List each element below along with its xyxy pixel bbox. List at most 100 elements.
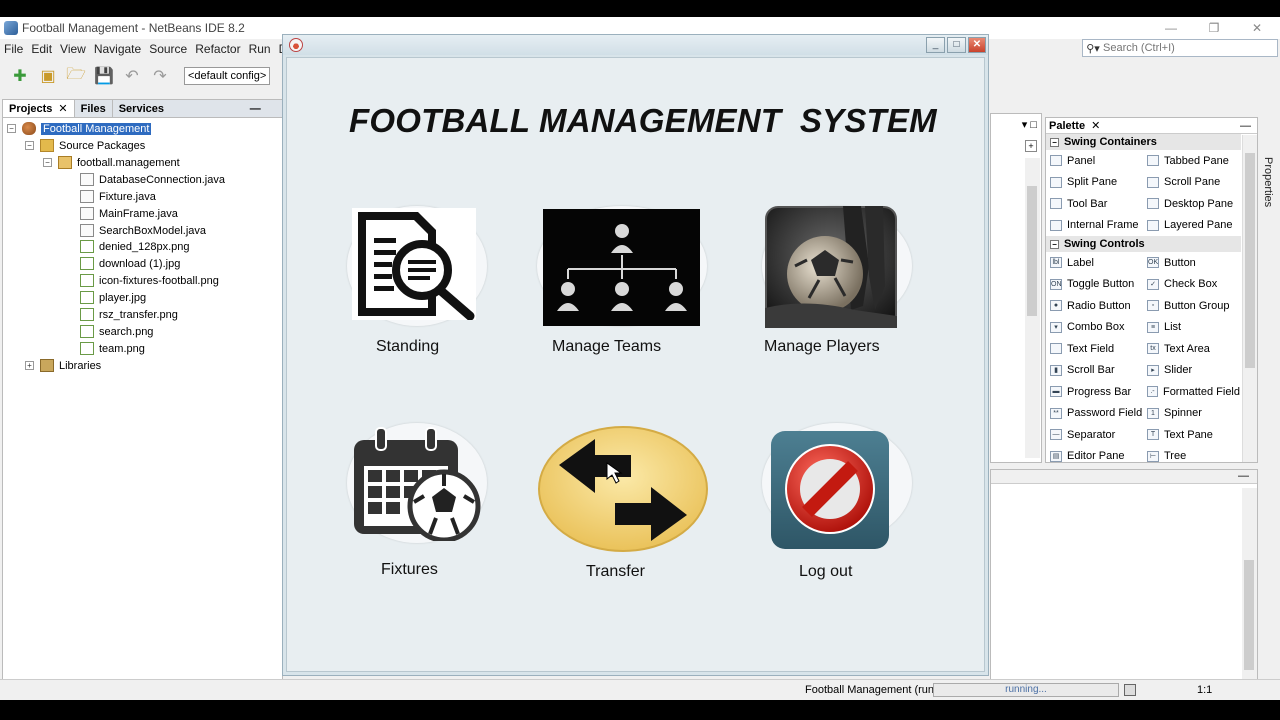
palette-item[interactable]: Internal Frame — [1046, 215, 1143, 237]
tree-node-project[interactable]: − Football Management — [7, 120, 152, 137]
minimize-panel-icon[interactable]: — — [250, 103, 267, 115]
menu-file[interactable]: File — [0, 42, 27, 56]
palette-item[interactable]: Layered Pane — [1143, 215, 1240, 237]
palette-item[interactable]: ▫ Button Group — [1143, 295, 1240, 317]
minimize-panel-icon[interactable]: — — [991, 470, 1257, 484]
palette-item[interactable]: .- Formatted Field — [1143, 381, 1240, 403]
palette-item[interactable]: Text Field — [1046, 338, 1143, 360]
palette-item[interactable]: Desktop Pane — [1143, 193, 1240, 215]
properties-side-tab[interactable]: Properties — [1262, 157, 1274, 207]
tree-file[interactable]: player.jpg — [80, 289, 146, 306]
transfer-button[interactable]: Transfer — [532, 423, 717, 588]
tab-services[interactable]: Services — — [113, 100, 273, 117]
ide-search[interactable]: ⚲▾ — [1082, 39, 1278, 57]
search-input[interactable] — [1103, 42, 1273, 54]
palette-item[interactable]: Tool Bar — [1046, 193, 1143, 215]
palette-item[interactable]: Split Pane — [1046, 172, 1143, 194]
editor-scrollbar[interactable] — [1025, 158, 1040, 458]
undo-icon[interactable]: ↶ — [120, 65, 144, 87]
fixtures-button[interactable]: Fixtures — [342, 423, 492, 583]
tree-file[interactable]: rsz_transfer.png — [80, 306, 178, 323]
menu-edit[interactable]: Edit — [27, 42, 56, 56]
restore-button[interactable]: ❐ — [1192, 17, 1236, 39]
save-all-icon[interactable]: 💾 — [92, 65, 116, 87]
scroll-pane-icon — [1147, 176, 1159, 188]
palette-item[interactable]: ✓ Check Box — [1143, 274, 1240, 296]
stop-task-icon[interactable] — [1124, 684, 1136, 696]
palette-item[interactable]: lbl Label — [1046, 252, 1143, 274]
app-minimize-button[interactable]: _ — [926, 37, 945, 53]
open-project-icon[interactable]: 🗁 — [64, 65, 88, 87]
collapse-icon[interactable]: − — [7, 124, 16, 133]
config-dropdown[interactable]: <default config> — [184, 67, 271, 85]
menu-source[interactable]: Source — [145, 42, 191, 56]
lower-panel-scrollbar[interactable] — [1242, 488, 1257, 694]
palette-item[interactable]: ● Radio Button — [1046, 295, 1143, 317]
minimize-panel-icon[interactable]: — — [1240, 120, 1251, 132]
collapse-icon[interactable]: − — [1050, 239, 1059, 249]
palette-item[interactable]: Scroll Pane — [1143, 172, 1240, 194]
tree-file[interactable]: icon-fixtures-football.png — [80, 272, 219, 289]
expand-grid-icon[interactable]: + — [1025, 140, 1037, 152]
collapse-icon[interactable]: − — [25, 141, 34, 150]
expand-icon[interactable]: + — [25, 361, 34, 370]
new-project-icon[interactable]: ▣ — [36, 65, 60, 87]
menu-refactor[interactable]: Refactor — [191, 42, 244, 56]
tree-file[interactable]: denied_128px.png — [80, 238, 190, 255]
standing-button[interactable]: Standing — [342, 206, 492, 366]
palette-item[interactable]: 1 Spinner — [1143, 403, 1240, 425]
tree-node-package[interactable]: − football.management — [43, 154, 180, 171]
minimize-button[interactable]: — — [1149, 17, 1193, 39]
redo-icon[interactable]: ↷ — [148, 65, 172, 87]
collapse-icon[interactable]: − — [1050, 137, 1059, 147]
tree-file[interactable]: DatabaseConnection.java — [80, 171, 225, 188]
palette-item[interactable]: Tabbed Pane — [1143, 150, 1240, 172]
palette-item[interactable]: ≡ List — [1143, 317, 1240, 339]
tree-file[interactable]: download (1).jpg — [80, 255, 180, 272]
tree-file[interactable]: team.png — [80, 340, 145, 357]
palette-item[interactable]: tx Text Area — [1143, 338, 1240, 360]
palette-item[interactable]: ▸ Slider — [1143, 360, 1240, 382]
tree-node-source-packages[interactable]: − Source Packages — [25, 137, 145, 154]
palette-item[interactable]: OK Button — [1143, 252, 1240, 274]
palette-item[interactable]: — Separator — [1046, 424, 1143, 446]
tree-file[interactable]: Fixture.java — [80, 188, 156, 205]
image-file-icon — [80, 308, 94, 321]
menu-navigate[interactable]: Navigate — [90, 42, 145, 56]
close-button[interactable]: ✕ — [1235, 17, 1279, 39]
tree-node-libraries[interactable]: + Libraries — [25, 357, 101, 374]
manage-teams-button[interactable]: Manage Teams — [532, 206, 717, 366]
palette-item[interactable]: ▮ Scroll Bar — [1046, 360, 1143, 382]
palette-item[interactable]: ON Toggle Button — [1046, 274, 1143, 296]
tree-file[interactable]: MainFrame.java — [80, 205, 178, 222]
scroll-thumb[interactable] — [1245, 153, 1255, 368]
palette-item[interactable]: Panel — [1046, 150, 1143, 172]
scroll-thumb[interactable] — [1244, 560, 1254, 670]
manage-players-button[interactable]: Manage Players — [752, 206, 922, 366]
close-icon[interactable]: ✕ — [58, 102, 67, 115]
tab-files[interactable]: Files — [75, 100, 113, 117]
palette-item[interactable]: ▤ Editor Pane — [1046, 446, 1143, 468]
tree-file[interactable]: search.png — [80, 323, 153, 340]
palette-scrollbar[interactable] — [1242, 135, 1257, 462]
palette-item[interactable]: ▬ Progress Bar — [1046, 381, 1143, 403]
app-maximize-button[interactable]: □ — [947, 37, 966, 53]
new-file-icon[interactable]: ✚ — [8, 65, 32, 87]
palette-item[interactable]: ** Password Field — [1046, 403, 1143, 425]
palette-item[interactable]: ⊢ Tree — [1143, 446, 1240, 468]
tab-projects[interactable]: Projects ✕ — [3, 100, 75, 117]
editor-menu-icon[interactable]: ▾ □ — [1022, 118, 1037, 131]
logout-button[interactable]: Log out — [752, 423, 922, 588]
palette-item[interactable]: T Text Pane — [1143, 424, 1240, 446]
palette-category-containers[interactable]: − Swing Containers — [1046, 134, 1241, 150]
menu-run[interactable]: Run — [245, 42, 275, 56]
close-icon[interactable]: ✕ — [1091, 119, 1100, 132]
palette-items-controls: lbl Label OK Button ON Toggle Button ✓ Check… — [1046, 252, 1241, 467]
tree-file[interactable]: SearchBoxModel.java — [80, 222, 206, 239]
app-close-button[interactable]: ✕ — [968, 37, 986, 53]
palette-item[interactable]: ▾ Combo Box — [1046, 317, 1143, 339]
scroll-thumb[interactable] — [1027, 186, 1037, 316]
palette-category-controls[interactable]: − Swing Controls — [1046, 236, 1241, 252]
menu-view[interactable]: View — [56, 42, 90, 56]
collapse-icon[interactable]: − — [43, 158, 52, 167]
